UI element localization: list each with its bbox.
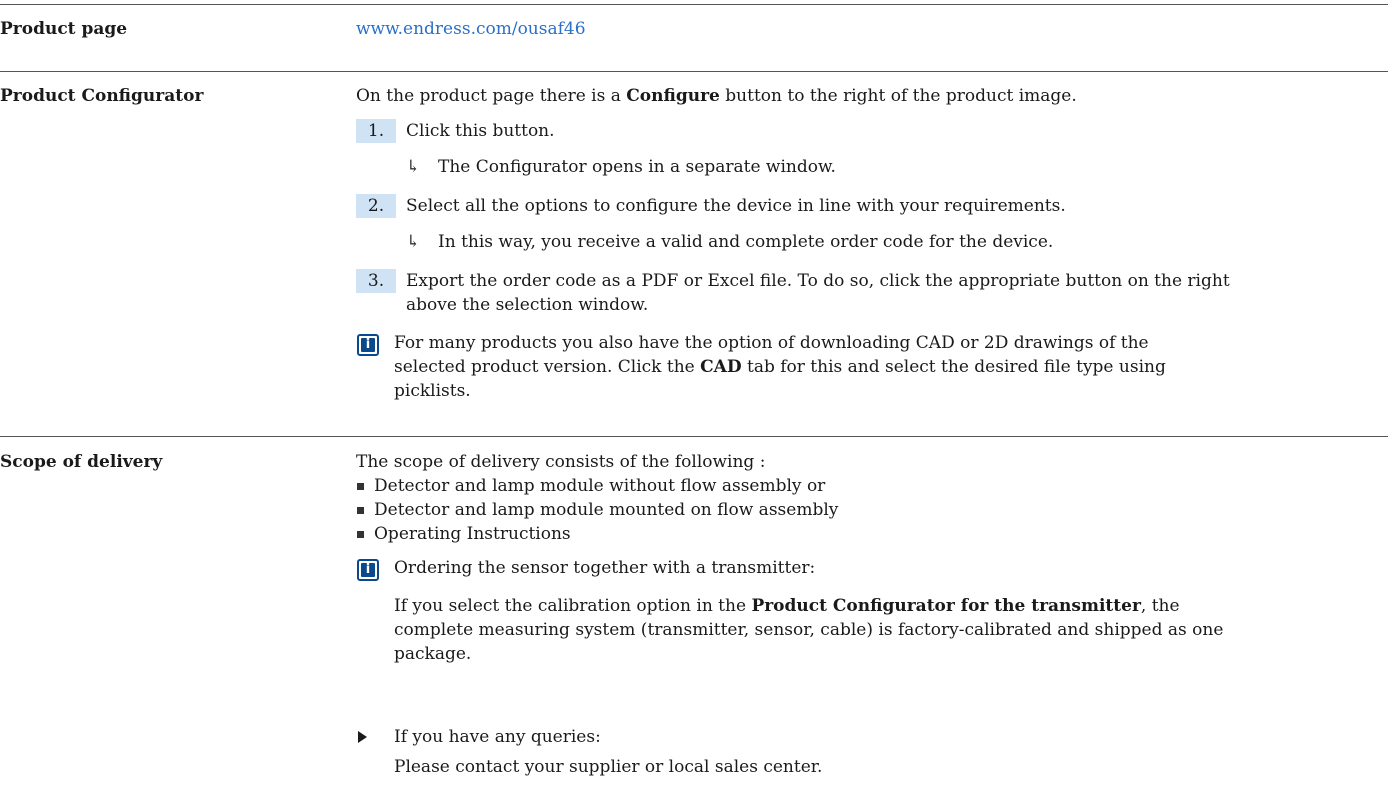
action-text: If you have any queries: (394, 727, 601, 747)
bullet-icon (357, 531, 364, 538)
scope-of-delivery-label: Scope of delivery (0, 452, 163, 472)
note-line-3: package. (394, 644, 472, 664)
step-text: Click this button. (406, 121, 555, 141)
list-item: Detector and lamp module mounted on flow… (356, 498, 1381, 522)
bullet-icon (357, 507, 364, 514)
cad-keyword: CAD (700, 357, 742, 377)
result-text: In this way, you receive a valid and com… (438, 232, 1054, 252)
section-divider (0, 71, 1388, 72)
action-detail: Please contact your supplier or local sa… (394, 757, 823, 777)
section-divider (0, 4, 1388, 5)
action-triangle-icon (358, 731, 367, 743)
step-number: 2. (356, 194, 396, 218)
list-item: Detector and lamp module without flow as… (356, 474, 1381, 498)
step-text: Select all the options to configure the … (406, 196, 1066, 216)
delivery-intro: The scope of delivery consists of the fo… (356, 452, 766, 472)
product-configurator-label: Product Configurator (0, 86, 204, 106)
note-line-1: If you select the calibration option in … (394, 596, 1180, 616)
step-text-line-1: Export the order code as a PDF or Excel … (406, 271, 1230, 291)
list-item: Operating Instructions (356, 522, 1381, 546)
result-arrow-icon: ↳ (406, 232, 421, 252)
product-page-label: Product page (0, 19, 128, 39)
section-divider (0, 436, 1388, 437)
note-line-3: picklists. (394, 381, 471, 401)
delivery-list: Detector and lamp module without flow as… (356, 474, 1381, 546)
note-line-1: For many products you also have the opti… (394, 333, 1149, 353)
step-number: 3. (356, 269, 396, 293)
note-line-2: complete measuring system (transmitter, … (394, 620, 1224, 640)
step-text-line-2: above the selection window. (406, 295, 649, 315)
note-title: Ordering the sensor together with a tran… (394, 558, 816, 578)
product-page-link[interactable]: www.endress.com/ousaf46 (356, 19, 586, 39)
configurator-intro: On the product page there is a Configure… (356, 86, 1077, 106)
document-page: Product page www.endress.com/ousaf46 Pro… (0, 0, 1388, 803)
result-text: The Configurator opens in a separate win… (438, 157, 836, 177)
bullet-icon (357, 483, 364, 490)
result-arrow-icon: ↳ (406, 157, 421, 177)
info-icon: i (357, 559, 379, 581)
configurator-transmitter-keyword: Product Configurator for the transmitter (751, 596, 1141, 616)
configure-keyword: Configure (626, 86, 720, 106)
step-number: 1. (356, 119, 396, 143)
note-line-2: selected product version. Click the CAD … (394, 357, 1166, 377)
info-icon: i (357, 334, 379, 356)
